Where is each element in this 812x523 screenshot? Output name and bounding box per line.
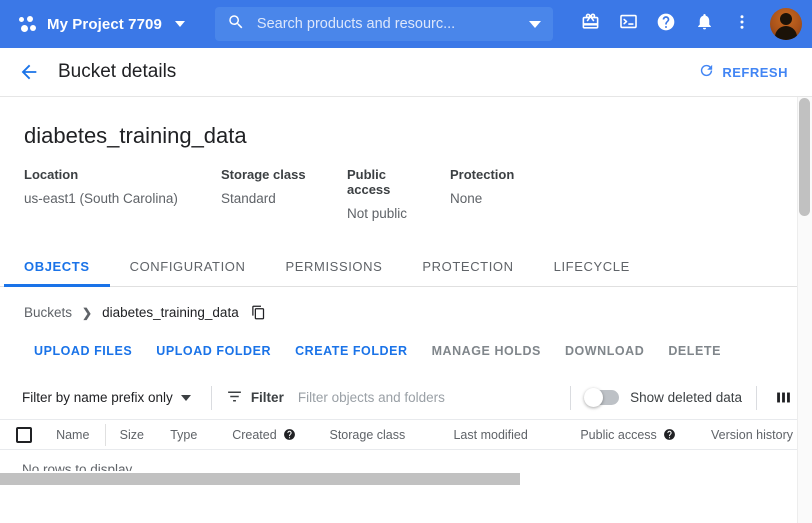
column-header-created[interactable]: Created bbox=[232, 428, 329, 442]
select-all-cell[interactable] bbox=[16, 426, 56, 443]
more-vert-icon bbox=[733, 13, 751, 36]
more-options-button[interactable] bbox=[724, 6, 760, 42]
objects-table-header: Name Size Type Created Storage class Las… bbox=[0, 420, 812, 450]
bucket-name-heading: diabetes_training_data bbox=[24, 123, 247, 148]
chevron-down-icon bbox=[174, 21, 185, 27]
toolbar-divider bbox=[210, 385, 212, 410]
bucket-metadata: Location us-east1 (South Carolina) Stora… bbox=[0, 149, 812, 221]
global-search-bar[interactable] bbox=[214, 7, 553, 41]
horizontal-scrollbar-thumb[interactable] bbox=[0, 473, 520, 485]
tab-objects[interactable]: OBJECTS bbox=[4, 247, 110, 287]
horizontal-scrollbar[interactable] bbox=[0, 471, 797, 486]
chevron-right-icon: ❯ bbox=[82, 305, 93, 320]
avatar-body bbox=[775, 26, 797, 40]
cloud-shell-icon bbox=[619, 12, 638, 36]
refresh-label: REFRESH bbox=[722, 64, 788, 80]
chevron-down-icon bbox=[180, 394, 191, 401]
filter-toolbar: Filter by name prefix only Filter Show d… bbox=[0, 376, 812, 420]
tab-lifecycle[interactable]: LIFECYCLE bbox=[534, 247, 650, 286]
create-folder-button[interactable]: CREATE FOLDER bbox=[283, 338, 419, 364]
metadata-public-access: Public access Not public bbox=[347, 167, 426, 221]
show-deleted-data-toggle[interactable]: Show deleted data bbox=[584, 388, 742, 407]
tab-protection[interactable]: PROTECTION bbox=[402, 247, 533, 286]
column-header-type[interactable]: Type bbox=[170, 428, 232, 442]
filter-mode-select[interactable]: Filter by name prefix only bbox=[16, 386, 197, 409]
project-dots-icon bbox=[18, 14, 38, 34]
object-actions-toolbar: UPLOAD FILES UPLOAD FOLDER CREATE FOLDER… bbox=[0, 320, 812, 364]
vertical-scrollbar[interactable] bbox=[797, 97, 812, 523]
download-button: DOWNLOAD bbox=[564, 344, 645, 358]
column-header-version-history-label: Version history bbox=[711, 427, 793, 442]
bucket-tabs: OBJECTS CONFIGURATION PERMISSIONS PROTEC… bbox=[0, 247, 812, 287]
toolbar-divider-2 bbox=[570, 385, 572, 410]
header-divider bbox=[104, 423, 106, 446]
delete-button: DELETE bbox=[668, 344, 721, 358]
metadata-value: Not public bbox=[347, 206, 408, 221]
filter-list-icon bbox=[226, 388, 243, 408]
metadata-value: None bbox=[450, 191, 483, 206]
metadata-location: Location us-east1 (South Carolina) bbox=[24, 167, 197, 221]
metadata-label: Storage class bbox=[221, 167, 306, 182]
tab-configuration[interactable]: CONFIGURATION bbox=[110, 247, 266, 286]
manage-holds-button: MANAGE HOLDS bbox=[431, 344, 541, 358]
column-header-created-label: Created bbox=[232, 427, 277, 442]
refresh-button[interactable]: REFRESH bbox=[690, 56, 796, 88]
search-chevron-down-icon[interactable] bbox=[528, 20, 541, 28]
arrow-back-icon[interactable] bbox=[18, 61, 40, 83]
show-deleted-data-label: Show deleted data bbox=[630, 390, 742, 405]
avatar-head bbox=[780, 13, 792, 25]
toolbar-divider-3 bbox=[756, 385, 757, 410]
filter-label: Filter bbox=[250, 390, 284, 405]
help-icon[interactable] bbox=[663, 428, 676, 441]
search-icon bbox=[227, 13, 245, 36]
help-icon bbox=[656, 12, 676, 37]
help-button[interactable] bbox=[648, 6, 684, 42]
notifications-button[interactable] bbox=[686, 6, 722, 42]
column-header-storage-class[interactable]: Storage class bbox=[329, 428, 453, 442]
toggle-knob bbox=[584, 388, 604, 407]
column-header-name[interactable]: Name bbox=[56, 428, 105, 442]
metadata-storage-class: Storage class Standard bbox=[221, 167, 323, 221]
breadcrumb-buckets-link[interactable]: Buckets bbox=[24, 305, 72, 320]
refresh-icon bbox=[698, 62, 715, 82]
upload-folder-button[interactable]: UPLOAD FOLDER bbox=[144, 338, 283, 364]
column-header-size[interactable]: Size bbox=[120, 428, 171, 442]
toggle-switch[interactable] bbox=[584, 388, 620, 407]
vertical-scrollbar-thumb[interactable] bbox=[799, 98, 810, 216]
promotions-button[interactable] bbox=[572, 6, 608, 42]
project-name-label: My Project 7709 bbox=[47, 15, 162, 33]
filter-button[interactable]: Filter bbox=[226, 388, 284, 408]
breadcrumb: Buckets ❯ diabetes_training_data bbox=[0, 287, 812, 320]
metadata-label: Protection bbox=[450, 167, 515, 182]
tab-permissions[interactable]: PERMISSIONS bbox=[266, 247, 403, 286]
column-settings-icon[interactable] bbox=[771, 385, 796, 410]
metadata-label: Location bbox=[24, 167, 79, 182]
search-input[interactable] bbox=[256, 16, 517, 32]
cloud-shell-button[interactable] bbox=[610, 6, 646, 42]
page-title: Bucket details bbox=[58, 61, 177, 82]
column-header-last-modified[interactable]: Last modified bbox=[453, 428, 580, 442]
column-header-public-access-label: Public access bbox=[580, 427, 657, 442]
filter-input[interactable] bbox=[297, 390, 557, 405]
filter-mode-label: Filter by name prefix only bbox=[22, 390, 173, 405]
breadcrumb-current-bucket: diabetes_training_data bbox=[102, 305, 239, 320]
metadata-value: us-east1 (South Carolina) bbox=[24, 191, 178, 206]
page-header: Bucket details REFRESH bbox=[0, 48, 812, 97]
metadata-label: Public access bbox=[347, 167, 391, 197]
page-content: diabetes_training_data Location us-east1… bbox=[0, 97, 812, 523]
gift-icon bbox=[581, 12, 600, 36]
column-header-public-access[interactable]: Public access bbox=[580, 428, 711, 442]
help-icon[interactable] bbox=[283, 428, 296, 441]
metadata-value: Standard bbox=[221, 191, 276, 206]
bell-icon bbox=[695, 12, 714, 36]
upload-files-button[interactable]: UPLOAD FILES bbox=[22, 338, 144, 364]
top-bar-actions bbox=[572, 6, 802, 42]
select-all-checkbox[interactable] bbox=[16, 426, 32, 443]
user-avatar[interactable] bbox=[770, 8, 802, 40]
copy-icon[interactable] bbox=[251, 305, 266, 320]
project-selector[interactable]: My Project 7709 bbox=[12, 10, 191, 38]
top-navigation-bar: My Project 7709 bbox=[0, 0, 812, 48]
metadata-protection: Protection None bbox=[450, 167, 514, 221]
